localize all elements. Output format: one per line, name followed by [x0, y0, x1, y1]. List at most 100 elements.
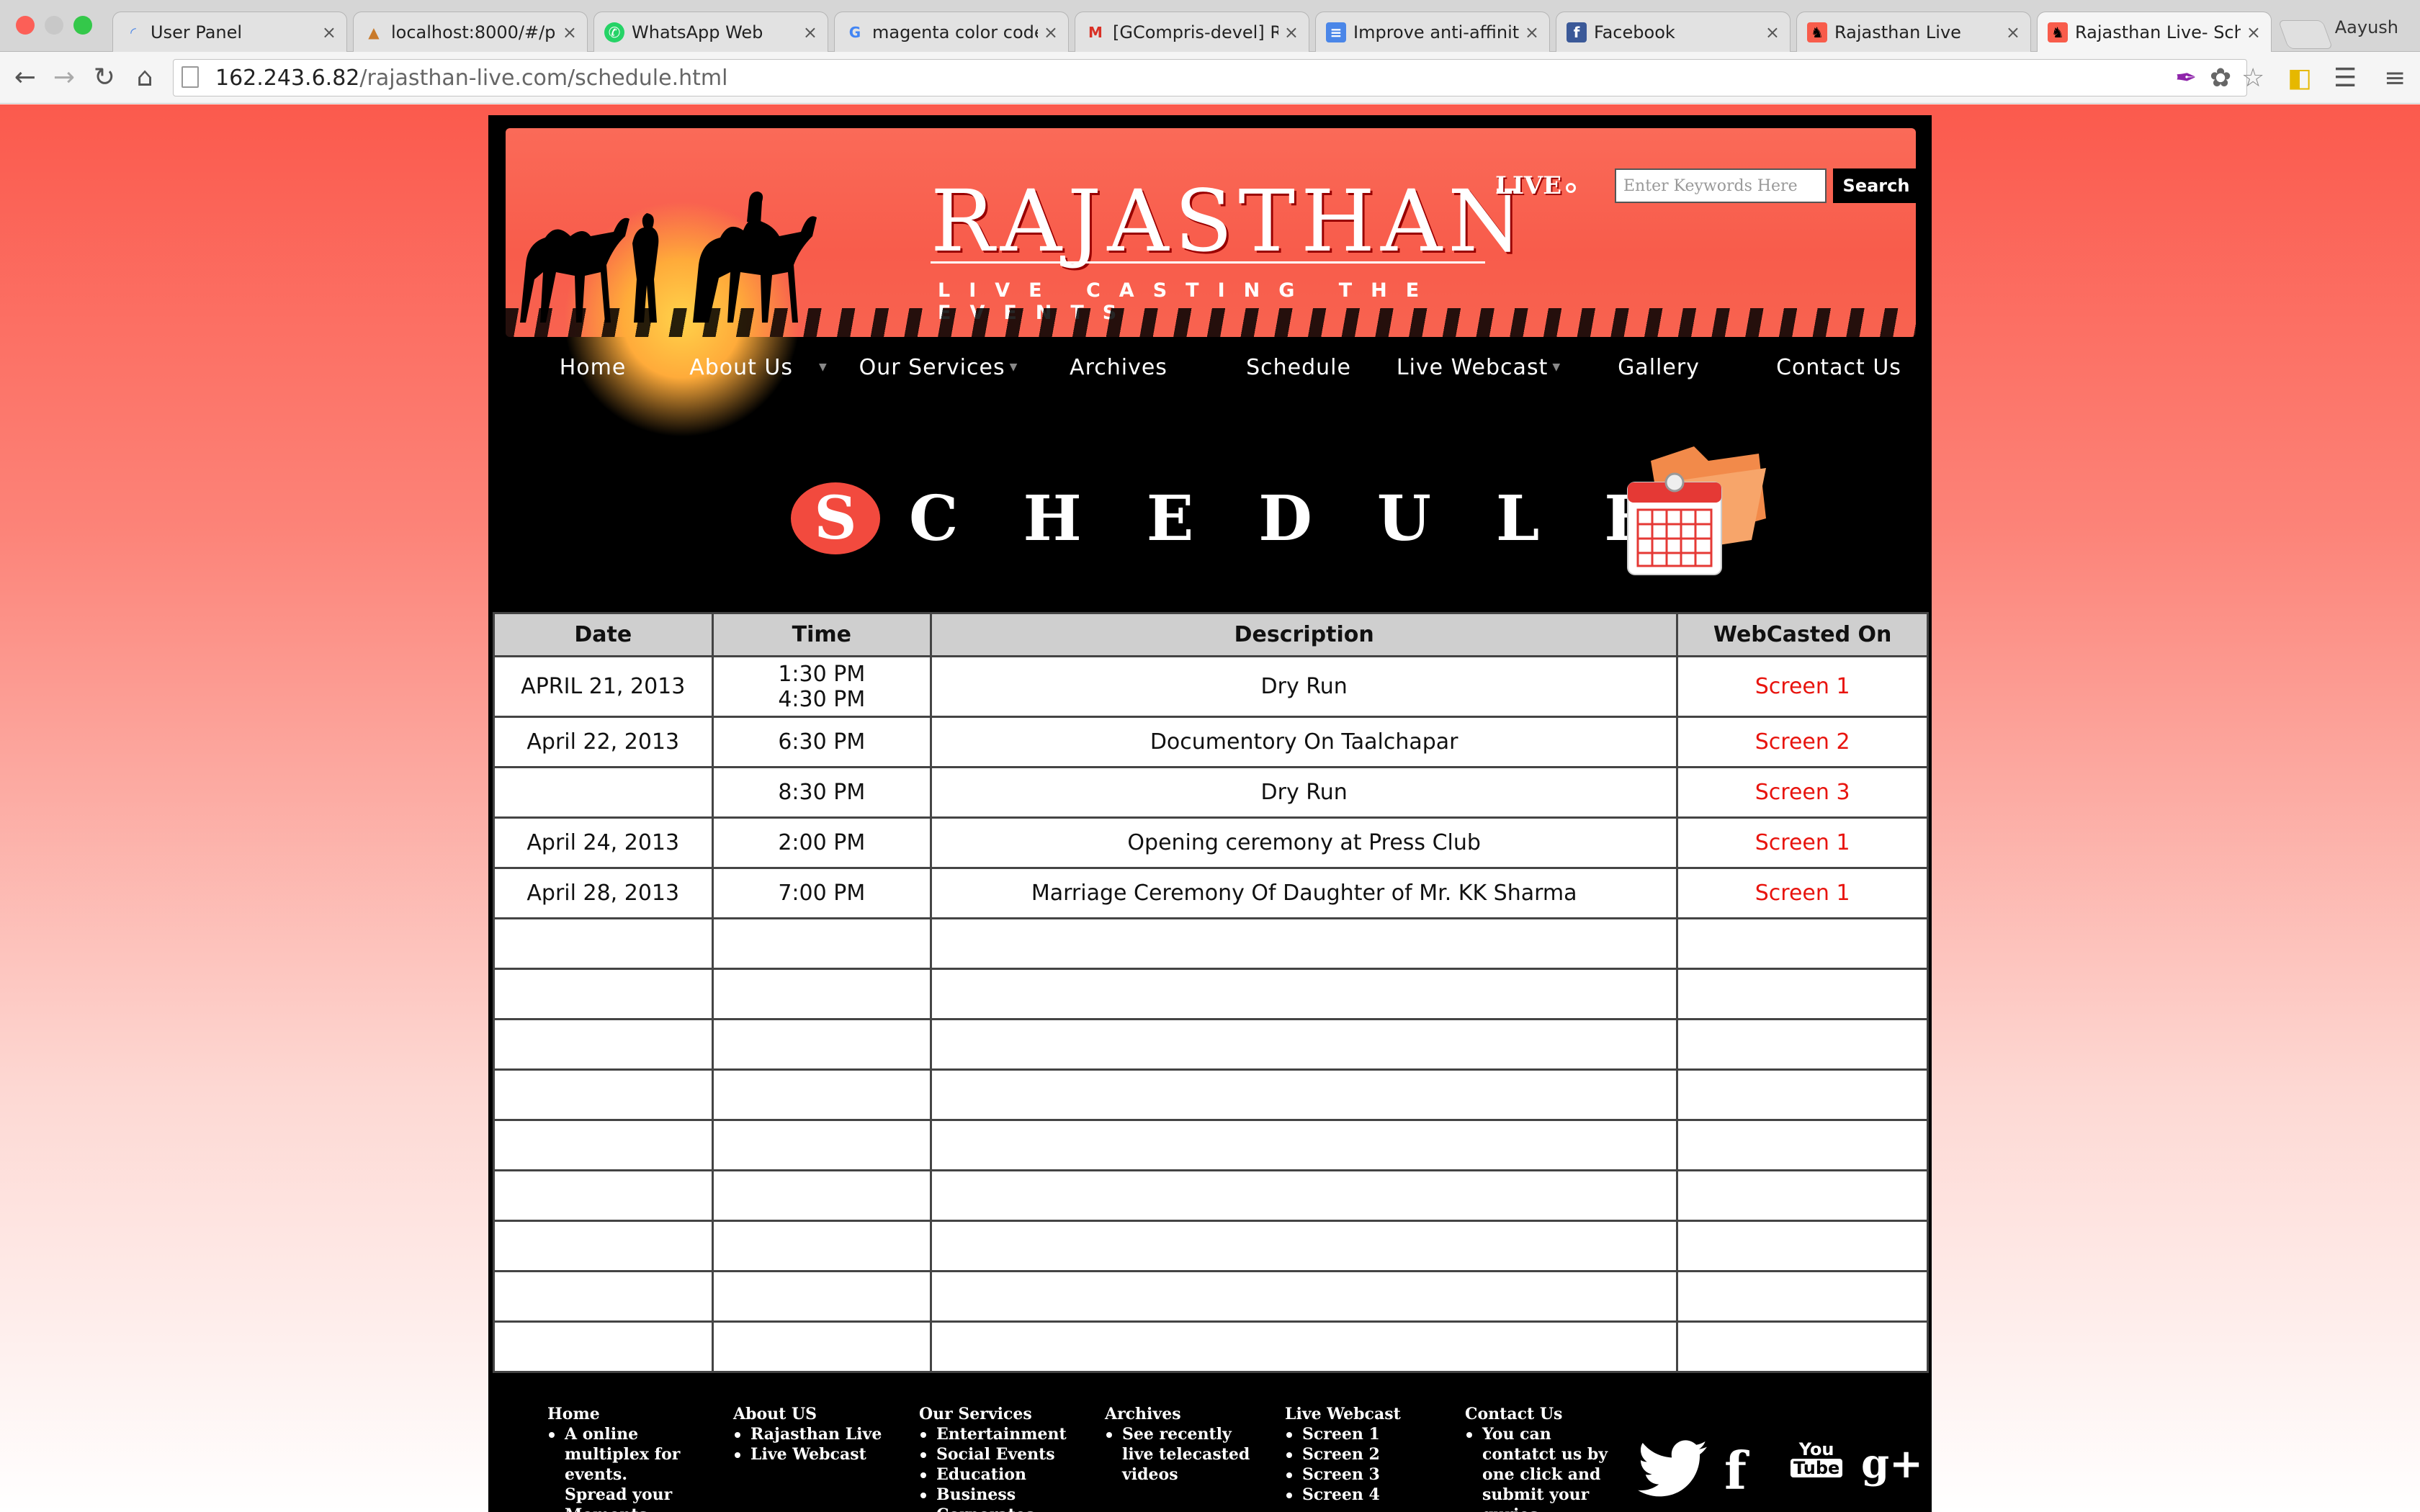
browser-tab-active[interactable]: ♞ Rajasthan Live- Sche × [2037, 12, 2272, 53]
youtube-you-text: You [1798, 1439, 1834, 1459]
reload-icon[interactable]: ↻ [86, 59, 122, 95]
close-tab-icon[interactable]: × [1525, 22, 1539, 42]
tab-title: Rajasthan Live- Sche [2075, 22, 2241, 42]
close-tab-icon[interactable]: × [563, 22, 577, 42]
browser-tab[interactable]: f Facebook × [1556, 12, 1791, 52]
site-logo-title[interactable]: RAJASTHAN [931, 171, 1528, 271]
close-tab-icon[interactable]: × [322, 22, 336, 42]
nav-label: About Us [689, 354, 794, 380]
bookmark-star-icon[interactable]: ☆ [2241, 63, 2264, 93]
screen-link[interactable]: Screen 1 [1676, 867, 1929, 919]
browser-tab[interactable]: ✆ WhatsApp Web × [593, 12, 828, 52]
footer-link[interactable]: Social Events [919, 1444, 1077, 1464]
new-tab-button[interactable] [2277, 20, 2334, 49]
nav-live-webcast[interactable]: Live Webcast ▼ [1389, 346, 1569, 389]
empty-cell [711, 1119, 933, 1171]
footer-link[interactable]: Corporates [919, 1505, 1077, 1512]
footer-link[interactable]: Screen 3 [1285, 1464, 1429, 1485]
close-tab-icon[interactable]: × [1044, 22, 1058, 42]
footer-link[interactable]: Business [919, 1485, 1077, 1505]
nav-our-services[interactable]: Our Services ▼ [848, 346, 1028, 389]
footer-link[interactable]: Rajasthan Live [733, 1424, 892, 1444]
minimize-window-button[interactable] [45, 16, 63, 35]
forward-icon[interactable]: → [46, 59, 82, 95]
facebook-icon[interactable]: f [1724, 1440, 1747, 1501]
footer-link[interactable]: Screen 4 [1285, 1485, 1429, 1505]
browser-tab[interactable]: ≡ Improve anti-affinity b × [1315, 12, 1550, 52]
nav-schedule[interactable]: Schedule [1209, 346, 1389, 389]
footer-col-about: About US Rajasthan Live Live Webcast [733, 1404, 892, 1464]
empty-table-row [493, 1320, 1929, 1373]
nav-archives[interactable]: Archives [1028, 346, 1209, 389]
footer-link[interactable]: Our Services [919, 1404, 1077, 1424]
empty-cell [711, 1270, 933, 1323]
extension-icon[interactable]: ☰ [2334, 63, 2357, 93]
twitter-icon[interactable] [1638, 1440, 1707, 1498]
close-tab-icon[interactable]: × [1765, 22, 1780, 42]
close-tab-icon[interactable]: × [2006, 22, 2020, 42]
screen-link[interactable]: Screen 2 [1676, 716, 1929, 768]
description-cell: Opening ceremony at Press Club [930, 816, 1679, 869]
footer-link[interactable]: Home [547, 1404, 691, 1424]
footer-link[interactable]: Screen 1 [1285, 1424, 1429, 1444]
back-icon[interactable]: ← [7, 59, 43, 95]
nav-label: Gallery [1618, 354, 1700, 380]
nav-about-us[interactable]: About Us ▼ [668, 346, 848, 389]
url-path: /rajasthan-live.com/schedule.html [359, 65, 728, 91]
search-input[interactable]: Enter Keywords Here [1615, 168, 1827, 203]
footer-link[interactable]: Contact Us [1465, 1404, 1609, 1424]
address-bar[interactable]: 162.243.6.82/rajasthan-live.com/schedule… [173, 59, 2247, 96]
browser-tab[interactable]: ◜ User Panel × [112, 12, 347, 52]
nav-home[interactable]: Home [517, 346, 668, 389]
close-tab-icon[interactable]: × [2246, 22, 2261, 42]
feather-extension-icon[interactable]: ✒ [2175, 63, 2197, 93]
footer-link[interactable]: Screen 2 [1285, 1444, 1429, 1464]
footer-link[interactable]: About US [733, 1404, 892, 1424]
gmail-icon: M [1088, 23, 1103, 41]
profile-name[interactable]: Aayush [2335, 17, 2398, 37]
date-cell [493, 766, 714, 819]
search-button[interactable]: Search [1833, 168, 1919, 203]
footer-link[interactable]: Education [919, 1464, 1077, 1485]
browser-tab[interactable]: M [GCompris-devel] RE × [1075, 12, 1309, 52]
empty-cell [493, 1320, 714, 1373]
screen-link[interactable]: Screen 3 [1676, 766, 1929, 819]
maximize-window-button[interactable] [73, 16, 92, 35]
table-row: APRIL 21, 2013 1:30 PM 4:30 PM Dry Run Sc… [493, 655, 1929, 718]
home-icon[interactable]: ⌂ [127, 59, 163, 95]
title-rest: CHEDULE [909, 482, 1716, 555]
youtube-icon[interactable]: You Tube [1791, 1439, 1843, 1477]
nav-label: Contact Us [1776, 354, 1901, 380]
page-icon [182, 66, 199, 88]
screen-link[interactable]: Screen 1 [1676, 655, 1929, 718]
close-window-button[interactable] [16, 16, 35, 35]
empty-cell [711, 1220, 933, 1272]
column-header: Date [493, 612, 714, 657]
rajasthan-icon: ♞ [1807, 22, 1827, 42]
empty-cell [493, 1270, 714, 1323]
tab-title: magenta color code - [872, 22, 1038, 42]
footer-link[interactable]: Live Webcast [733, 1444, 892, 1464]
browser-tab[interactable]: G magenta color code - × [834, 12, 1069, 52]
close-tab-icon[interactable]: × [803, 22, 817, 42]
footer-link[interactable]: Live Webcast [1285, 1404, 1429, 1424]
screen-link[interactable]: Screen 1 [1676, 816, 1929, 869]
extension-icon[interactable]: ✿ [2210, 63, 2231, 93]
empty-cell [493, 968, 714, 1020]
extension-icon[interactable]: ◧ [2287, 63, 2312, 93]
nav-gallery[interactable]: Gallery [1569, 346, 1749, 389]
empty-cell [930, 1018, 1679, 1071]
empty-cell [493, 1119, 714, 1171]
browser-menu-icon[interactable]: ≡ [2384, 63, 2406, 93]
browser-tab[interactable]: ▲ localhost:8000/#/proj × [353, 12, 588, 52]
footer-link[interactable]: Entertainment [919, 1424, 1077, 1444]
header-banner: RAJASTHAN LIVE CASTING THE EVENTS LIVE E… [506, 128, 1919, 438]
nav-contact-us[interactable]: Contact Us [1749, 346, 1929, 389]
browser-tab[interactable]: ♞ Rajasthan Live × [1796, 12, 2031, 52]
empty-table-row [493, 1018, 1929, 1071]
google-plus-icon[interactable]: g+ [1861, 1440, 1923, 1488]
footer-link[interactable]: Archives [1105, 1404, 1256, 1424]
empty-cell [930, 1119, 1679, 1171]
close-tab-icon[interactable]: × [1284, 22, 1299, 42]
empty-cell [711, 1018, 933, 1071]
